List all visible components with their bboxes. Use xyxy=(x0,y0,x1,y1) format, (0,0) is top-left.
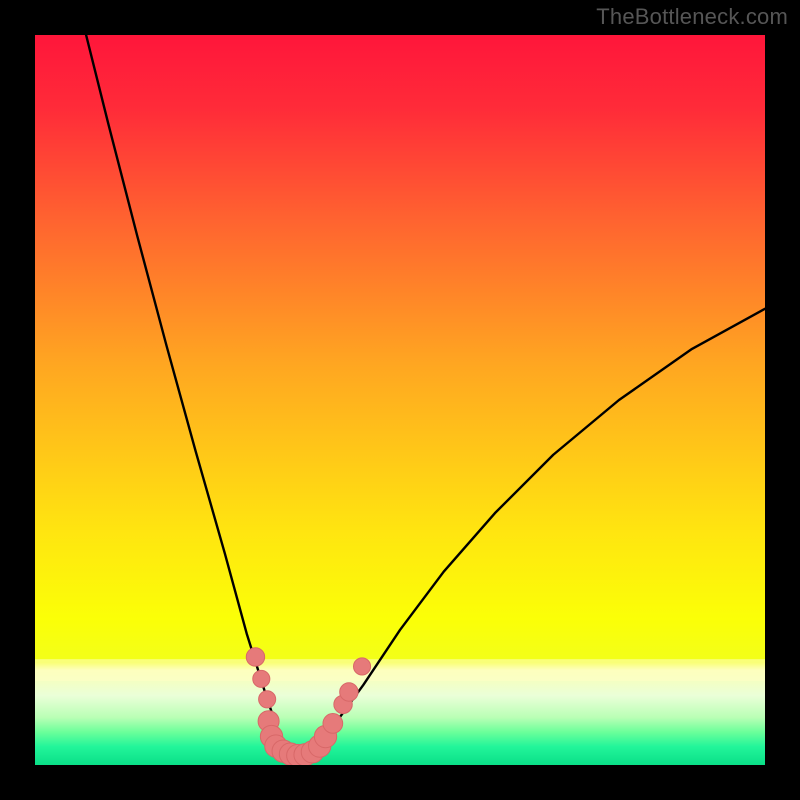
bottleneck-curve-plot xyxy=(35,35,765,765)
chart-frame: TheBottleneck.com xyxy=(0,0,800,800)
data-marker xyxy=(340,683,358,701)
data-marker xyxy=(323,714,343,734)
plot-svg xyxy=(35,35,765,765)
data-marker xyxy=(259,691,276,708)
data-marker xyxy=(354,658,371,675)
data-marker xyxy=(253,670,270,687)
data-marker xyxy=(246,648,264,666)
watermark-text: TheBottleneck.com xyxy=(596,4,788,30)
